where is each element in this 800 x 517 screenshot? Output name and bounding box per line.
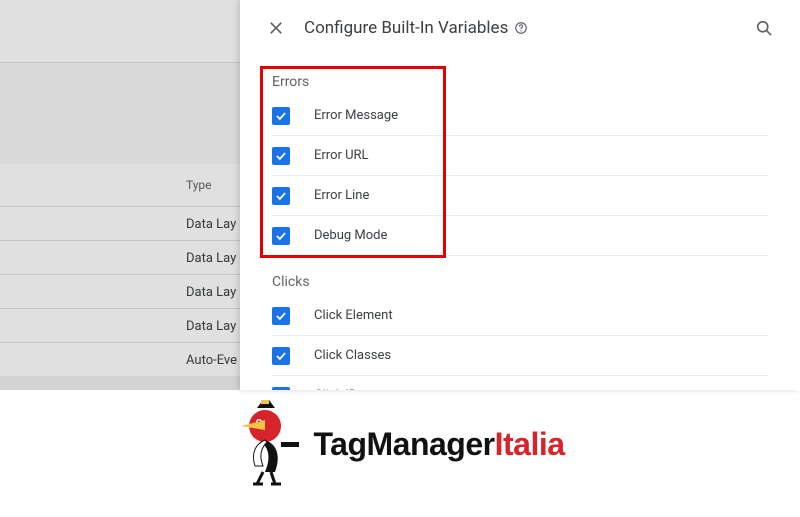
close-button[interactable] [256, 8, 296, 48]
bg-col-header: Type [0, 164, 240, 206]
section-title-errors: Errors [272, 56, 768, 96]
checkbox[interactable] [272, 187, 290, 205]
variable-label: Click ID [314, 388, 357, 390]
panel-header: Configure Built-In Variables [240, 0, 800, 56]
bg-row: Data Lay [0, 206, 240, 240]
variable-row[interactable]: Error Line [272, 176, 768, 216]
brand-footer: TagManagerItalia [0, 400, 800, 488]
brand-text-b: Italia [495, 426, 565, 462]
checkbox[interactable] [272, 307, 290, 325]
search-button[interactable] [744, 8, 784, 48]
variable-label: Error URL [314, 148, 369, 163]
bg-row: Data Lay [0, 240, 240, 274]
brand-text-a: TagManager [313, 426, 494, 462]
variable-row[interactable]: Click Element [272, 296, 768, 336]
check-icon [274, 229, 288, 243]
variable-label: Click Element [314, 308, 393, 323]
search-icon [754, 18, 774, 38]
variable-label: Debug Mode [314, 228, 387, 243]
checkbox[interactable] [272, 387, 290, 391]
checkbox[interactable] [272, 227, 290, 245]
bg-row: Auto-Eve [0, 342, 240, 376]
variable-label: Click Classes [314, 348, 391, 363]
check-icon [274, 309, 288, 323]
variable-row[interactable]: Error Message [272, 96, 768, 136]
variable-label: Error Line [314, 188, 369, 203]
close-icon [266, 18, 286, 38]
variable-row[interactable]: Error URL [272, 136, 768, 176]
configure-panel: Configure Built-In Variables Errors Erro… [240, 0, 800, 390]
variable-row[interactable]: Click ID [272, 376, 768, 390]
woodpecker-logo-icon [235, 400, 307, 488]
panel-title: Configure Built-In Variables [304, 18, 508, 38]
check-icon [274, 389, 288, 391]
checkbox[interactable] [272, 347, 290, 365]
background-dimmed: Type Data Lay Data Lay Data Lay Data Lay… [0, 0, 240, 390]
check-icon [274, 109, 288, 123]
variable-row[interactable]: Debug Mode [272, 216, 768, 256]
section-title-clicks: Clicks [272, 256, 768, 296]
help-icon[interactable] [514, 21, 528, 35]
variable-row[interactable]: Click Classes [272, 336, 768, 376]
bg-row: Data Lay [0, 274, 240, 308]
checkbox[interactable] [272, 107, 290, 125]
check-icon [274, 349, 288, 363]
checkbox[interactable] [272, 147, 290, 165]
check-icon [274, 189, 288, 203]
check-icon [274, 149, 288, 163]
panel-body: Errors Error Message Error URL Error Lin… [240, 56, 800, 390]
variable-label: Error Message [314, 108, 398, 123]
bg-row: Data Lay [0, 308, 240, 342]
